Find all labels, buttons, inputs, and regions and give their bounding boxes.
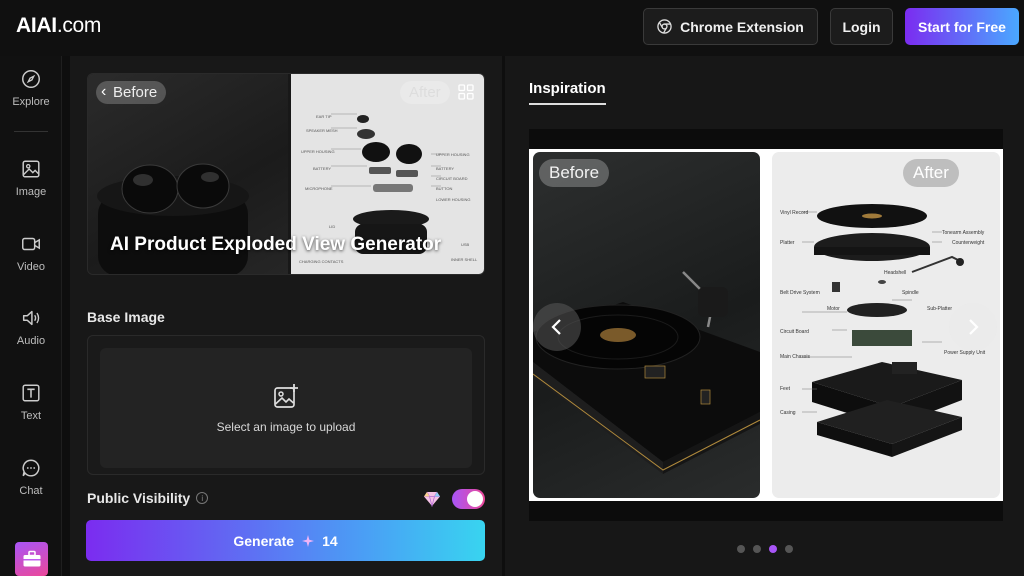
chat-icon [22, 459, 40, 477]
part-label: SPEAKER MESH [306, 128, 338, 133]
nav-label: Text [20, 410, 42, 422]
part-label: LID [329, 224, 336, 229]
part-label: Sub-Platter [927, 306, 953, 312]
nav-item-video[interactable]: Video [0, 233, 62, 273]
part-label: Spindle [902, 290, 919, 296]
chevron-left-icon[interactable]: ‹ [101, 83, 106, 101]
nav-label: Chat [19, 485, 43, 497]
part-label: Casing [780, 410, 796, 416]
part-label: Circuit Board [780, 329, 809, 335]
inspiration-carousel: Before After Vinyl Record Platter Tonear… [529, 129, 1003, 521]
chrome-extension-label: Chrome Extension [680, 18, 804, 35]
carousel-dot[interactable] [753, 545, 761, 553]
after-label: After [409, 84, 441, 101]
hero-preview: EAR TIP SPEAKER MESH UPPER HOUSING BATTE… [87, 73, 485, 275]
add-image-icon [274, 384, 298, 408]
upload-area: Select an image to upload [87, 335, 485, 475]
part-label: Headshell [884, 270, 907, 276]
carousel-dot[interactable] [785, 545, 793, 553]
logo[interactable]: AIAI.com [16, 14, 101, 38]
part-label: Motor [827, 306, 840, 312]
part-label: LOWER HOUSING [436, 197, 471, 202]
nav-item-text[interactable]: Text [0, 382, 62, 422]
public-visibility-label: Public Visibility i [87, 490, 209, 506]
nav-label: Audio [16, 335, 46, 347]
part-label: UPPER HOUSING [436, 152, 470, 157]
left-nav: Explore Image Video Audio Text Chat [0, 56, 62, 576]
login-button[interactable]: Login [830, 8, 893, 45]
part-label: UPPER HOUSING [301, 149, 335, 154]
nav-label: Explore [12, 96, 50, 108]
tool-title: AI Product Exploded View Generator [110, 234, 442, 255]
upload-dropzone[interactable]: Select an image to upload [100, 348, 472, 468]
info-icon[interactable]: i [196, 492, 209, 504]
visibility-toggle[interactable] [452, 489, 485, 509]
nav-item-image[interactable]: Image [0, 158, 62, 198]
diamond-icon [424, 491, 440, 507]
nav-item-audio[interactable]: Audio [0, 307, 62, 347]
chevron-right-icon [969, 319, 979, 335]
base-image-label: Base Image [87, 309, 165, 325]
carousel-next-button[interactable] [949, 303, 997, 351]
toggle-knob [467, 491, 483, 507]
after-pill: After [903, 159, 959, 187]
nav-label: Video [17, 261, 45, 273]
sparkle-icon [302, 534, 315, 547]
part-label: Feet [780, 386, 791, 392]
part-label: EAR TIP [316, 114, 332, 119]
tab-inspiration[interactable]: Inspiration [529, 80, 606, 105]
after-label: After [913, 163, 949, 182]
part-label: Vinyl Record [780, 210, 809, 216]
part-label: Power Supply Unit [944, 350, 986, 356]
image-icon [22, 160, 40, 178]
part-label: Tonearm Assembly [942, 230, 985, 236]
part-label: USB [461, 242, 470, 247]
before-pill: Before [539, 159, 610, 187]
carousel-slide: Before After Vinyl Record Platter Tonear… [529, 149, 1003, 501]
part-label: Platter [780, 240, 795, 246]
part-label: CIRCUIT BOARD [436, 176, 468, 181]
generate-button[interactable]: Generate 14 [86, 520, 485, 561]
video-icon [22, 237, 40, 251]
carousel-dot[interactable] [737, 545, 745, 553]
generator-panel: EAR TIP SPEAKER MESH UPPER HOUSING BATTE… [70, 56, 502, 576]
chrome-extension-button[interactable]: Chrome Extension [643, 8, 818, 45]
part-label: Counterweight [952, 240, 985, 246]
text-icon [22, 384, 40, 402]
part-label: BATTERY [436, 166, 455, 171]
top-header: AIAI.com Chrome Extension Login Start fo… [0, 0, 1024, 56]
carousel-dots [737, 545, 793, 553]
carousel-prev-button[interactable] [533, 303, 581, 351]
before-label: Before [113, 84, 158, 101]
start-for-free-button[interactable]: Start for Free [905, 8, 1019, 45]
part-label: Belt Drive System [780, 290, 820, 296]
compass-icon [22, 70, 40, 88]
part-label: BUTTON [436, 186, 453, 191]
part-label: CHARGING CONTACTS [299, 259, 344, 264]
after-pill: After [400, 81, 450, 104]
before-label: Before [549, 163, 600, 182]
inspiration-panel: Inspiration Before After Vinyl Record Pl… [505, 56, 1024, 576]
nav-divider [14, 131, 48, 132]
part-label: INNER SHELL [451, 257, 478, 262]
part-label: BATTERY [313, 166, 332, 171]
nav-label: Image [15, 186, 47, 198]
grid-icon[interactable] [458, 84, 474, 100]
carousel-dot-active[interactable] [769, 545, 777, 553]
nav-item-explore[interactable]: Explore [0, 68, 62, 108]
before-pill: ‹ Before [96, 81, 167, 104]
generate-cost: 14 [322, 532, 338, 549]
speaker-icon [22, 310, 40, 326]
part-label: Main Chassis [780, 354, 811, 360]
generate-label: Generate [233, 532, 295, 549]
chevron-left-icon [551, 319, 561, 335]
nav-item-chat[interactable]: Chat [0, 457, 62, 497]
chrome-icon [657, 19, 672, 34]
briefcase-icon [23, 550, 40, 567]
upload-text: Select an image to upload [216, 420, 356, 434]
briefcase-button[interactable] [15, 542, 48, 576]
part-label: MICROPHONE [305, 186, 333, 191]
